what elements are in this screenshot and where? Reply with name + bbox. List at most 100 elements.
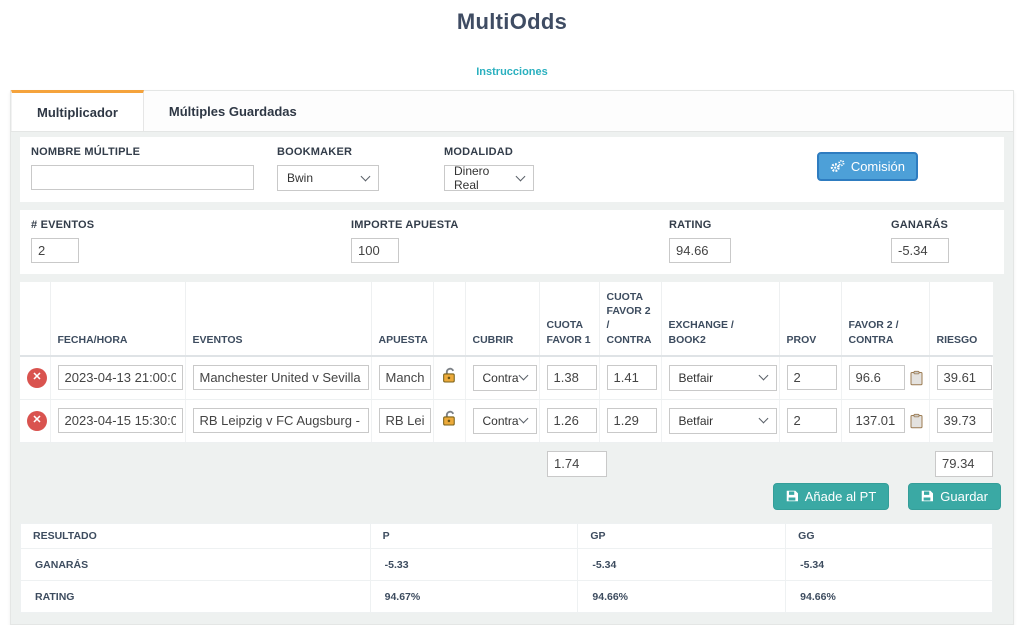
- modalidad-selected-value: Dinero Real: [454, 164, 517, 192]
- main-container: Multiplicador Múltiples Guardadas NOMBRE…: [10, 90, 1014, 625]
- num-eventos-field: # EVENTOS: [31, 219, 351, 263]
- ganaras-input[interactable]: [891, 238, 949, 263]
- multiplicador-panel: NOMBRE MÚLTIPLE BOOKMAKER Bwin MODALIDAD…: [11, 131, 1013, 624]
- bookmaker-selected-value: Bwin: [287, 171, 313, 185]
- gg-header: GG: [786, 523, 993, 548]
- fecha-hora-input[interactable]: [58, 365, 183, 390]
- fecha-hora-header: FECHA/HORA: [50, 282, 185, 356]
- multiple-config-card: NOMBRE MÚLTIPLE BOOKMAKER Bwin MODALIDAD…: [20, 137, 1004, 202]
- nombre-multiple-input[interactable]: [31, 165, 254, 190]
- results-table: RESULTADO P GP GG GANARÁS -5.33 -5.34 -5…: [20, 523, 993, 613]
- results-row-rating: RATING 94.67% 94.66% 94.66%: [21, 580, 993, 612]
- rating-p-value: 94.67%: [370, 580, 578, 612]
- cuota-favor-2-input[interactable]: [607, 365, 657, 390]
- favor-2-contra-input[interactable]: [849, 365, 905, 390]
- events-table: FECHA/HORA EVENTOS APUESTA CUBRIR CUOTA …: [20, 282, 993, 443]
- bet-params-card: # EVENTOS IMPORTE APUESTA RATING GANARÁS: [20, 210, 1004, 274]
- ganaras-row-label: GANARÁS: [21, 548, 371, 580]
- total-cuota-favor-1-input[interactable]: [547, 451, 607, 477]
- cubrir-select[interactable]: Contra: [473, 408, 537, 434]
- importe-apuesta-field: IMPORTE APUESTA: [351, 219, 669, 263]
- riesgo-header: RIESGO: [929, 282, 993, 356]
- fecha-hora-input[interactable]: [58, 408, 183, 433]
- cuota-favor-2-input[interactable]: [607, 408, 657, 433]
- rating-input[interactable]: [669, 238, 731, 263]
- rating-gg-value: 94.66%: [786, 580, 993, 612]
- delete-column-header: [20, 282, 50, 356]
- add-to-pt-button[interactable]: Añade al PT: [773, 483, 890, 510]
- ganaras-label: GANARÁS: [891, 219, 993, 231]
- unlock-icon[interactable]: [441, 367, 459, 383]
- cubrir-selected-value: Contra: [483, 414, 519, 428]
- bookmaker-select[interactable]: Bwin: [277, 165, 379, 191]
- results-row-ganaras: GANARÁS -5.33 -5.34 -5.34: [21, 548, 993, 580]
- prov-input[interactable]: [787, 408, 837, 433]
- rating-gp-value: 94.66%: [578, 580, 786, 612]
- resultado-header: RESULTADO: [21, 523, 371, 548]
- favor-2-contra-input[interactable]: [849, 408, 905, 433]
- exchange-select[interactable]: Betfair: [669, 365, 777, 391]
- clipboard-icon[interactable]: [910, 413, 923, 429]
- chevron-down-icon: [516, 171, 526, 181]
- modalidad-field: MODALIDAD Dinero Real: [444, 146, 694, 191]
- cuota-favor-1-header: CUOTA FAVOR 1: [539, 282, 599, 356]
- clipboard-icon[interactable]: [910, 370, 923, 386]
- ganaras-gp-value: -5.34: [578, 548, 786, 580]
- exchange-selected-value: Betfair: [679, 414, 714, 428]
- save-icon: [921, 490, 933, 502]
- lock-column-header: [433, 282, 465, 356]
- evento-input[interactable]: [193, 365, 369, 390]
- evento-input[interactable]: [193, 408, 369, 433]
- chevron-down-icon: [361, 171, 371, 181]
- chevron-down-icon: [518, 371, 528, 381]
- tab-multiples-guardadas[interactable]: Múltiples Guardadas: [144, 91, 322, 131]
- ganaras-p-value: -5.33: [370, 548, 578, 580]
- actions-row: Añade al PT Guardar: [20, 483, 1004, 510]
- cubrir-header: CUBRIR: [465, 282, 539, 356]
- comision-button[interactable]: Comisión: [817, 152, 918, 181]
- delete-icon: ✕: [32, 372, 41, 383]
- apuesta-header: APUESTA: [371, 282, 433, 356]
- exchange-book2-header: EXCHANGE / BOOK2: [661, 282, 779, 356]
- num-eventos-input[interactable]: [31, 238, 79, 263]
- exchange-selected-value: Betfair: [679, 371, 714, 385]
- favor-2-contra-header: FAVOR 2 / CONTRA: [841, 282, 929, 356]
- total-riesgo-input[interactable]: [935, 451, 993, 477]
- chevron-down-icon: [758, 414, 768, 424]
- tab-bar: Multiplicador Múltiples Guardadas: [11, 91, 1013, 131]
- rating-label: RATING: [669, 219, 891, 231]
- apuesta-input[interactable]: [379, 365, 431, 390]
- delete-event-button[interactable]: ✕: [27, 411, 47, 431]
- totals-row: [20, 448, 1004, 479]
- delete-event-button[interactable]: ✕: [27, 368, 47, 388]
- cubrir-select[interactable]: Contra: [473, 365, 537, 391]
- prov-input[interactable]: [787, 365, 837, 390]
- cuota-favor-1-input[interactable]: [547, 365, 597, 390]
- riesgo-input[interactable]: [937, 408, 992, 433]
- ganaras-field: GANARÁS: [891, 219, 993, 263]
- importe-apuesta-input[interactable]: [351, 238, 399, 263]
- results-header-row: RESULTADO P GP GG: [21, 523, 993, 548]
- tab-multiplicador[interactable]: Multiplicador: [11, 90, 144, 131]
- add-to-pt-button-label: Añade al PT: [805, 489, 877, 504]
- riesgo-input[interactable]: [937, 365, 992, 390]
- guardar-button[interactable]: Guardar: [908, 483, 1001, 510]
- instructions-link[interactable]: Instrucciones: [476, 66, 548, 78]
- bookmaker-field: BOOKMAKER Bwin: [277, 146, 444, 191]
- unlock-icon[interactable]: [441, 410, 459, 426]
- cuota-favor-2-contra-header: CUOTA FAVOR 2 / CONTRA: [599, 282, 661, 356]
- event-row: ✕: [20, 356, 993, 400]
- cuota-favor-1-input[interactable]: [547, 408, 597, 433]
- exchange-select[interactable]: Betfair: [669, 408, 777, 434]
- delete-icon: ✕: [32, 415, 41, 426]
- chevron-down-icon: [518, 414, 528, 424]
- apuesta-input[interactable]: [379, 408, 431, 433]
- importe-apuesta-label: IMPORTE APUESTA: [351, 219, 669, 231]
- guardar-button-label: Guardar: [940, 489, 988, 504]
- app-title: MultiOdds: [0, 9, 1024, 35]
- events-table-header-row: FECHA/HORA EVENTOS APUESTA CUBRIR CUOTA …: [20, 282, 993, 356]
- modalidad-select[interactable]: Dinero Real: [444, 165, 534, 191]
- gp-header: GP: [578, 523, 786, 548]
- eventos-header: EVENTOS: [185, 282, 371, 356]
- save-icon: [786, 490, 798, 502]
